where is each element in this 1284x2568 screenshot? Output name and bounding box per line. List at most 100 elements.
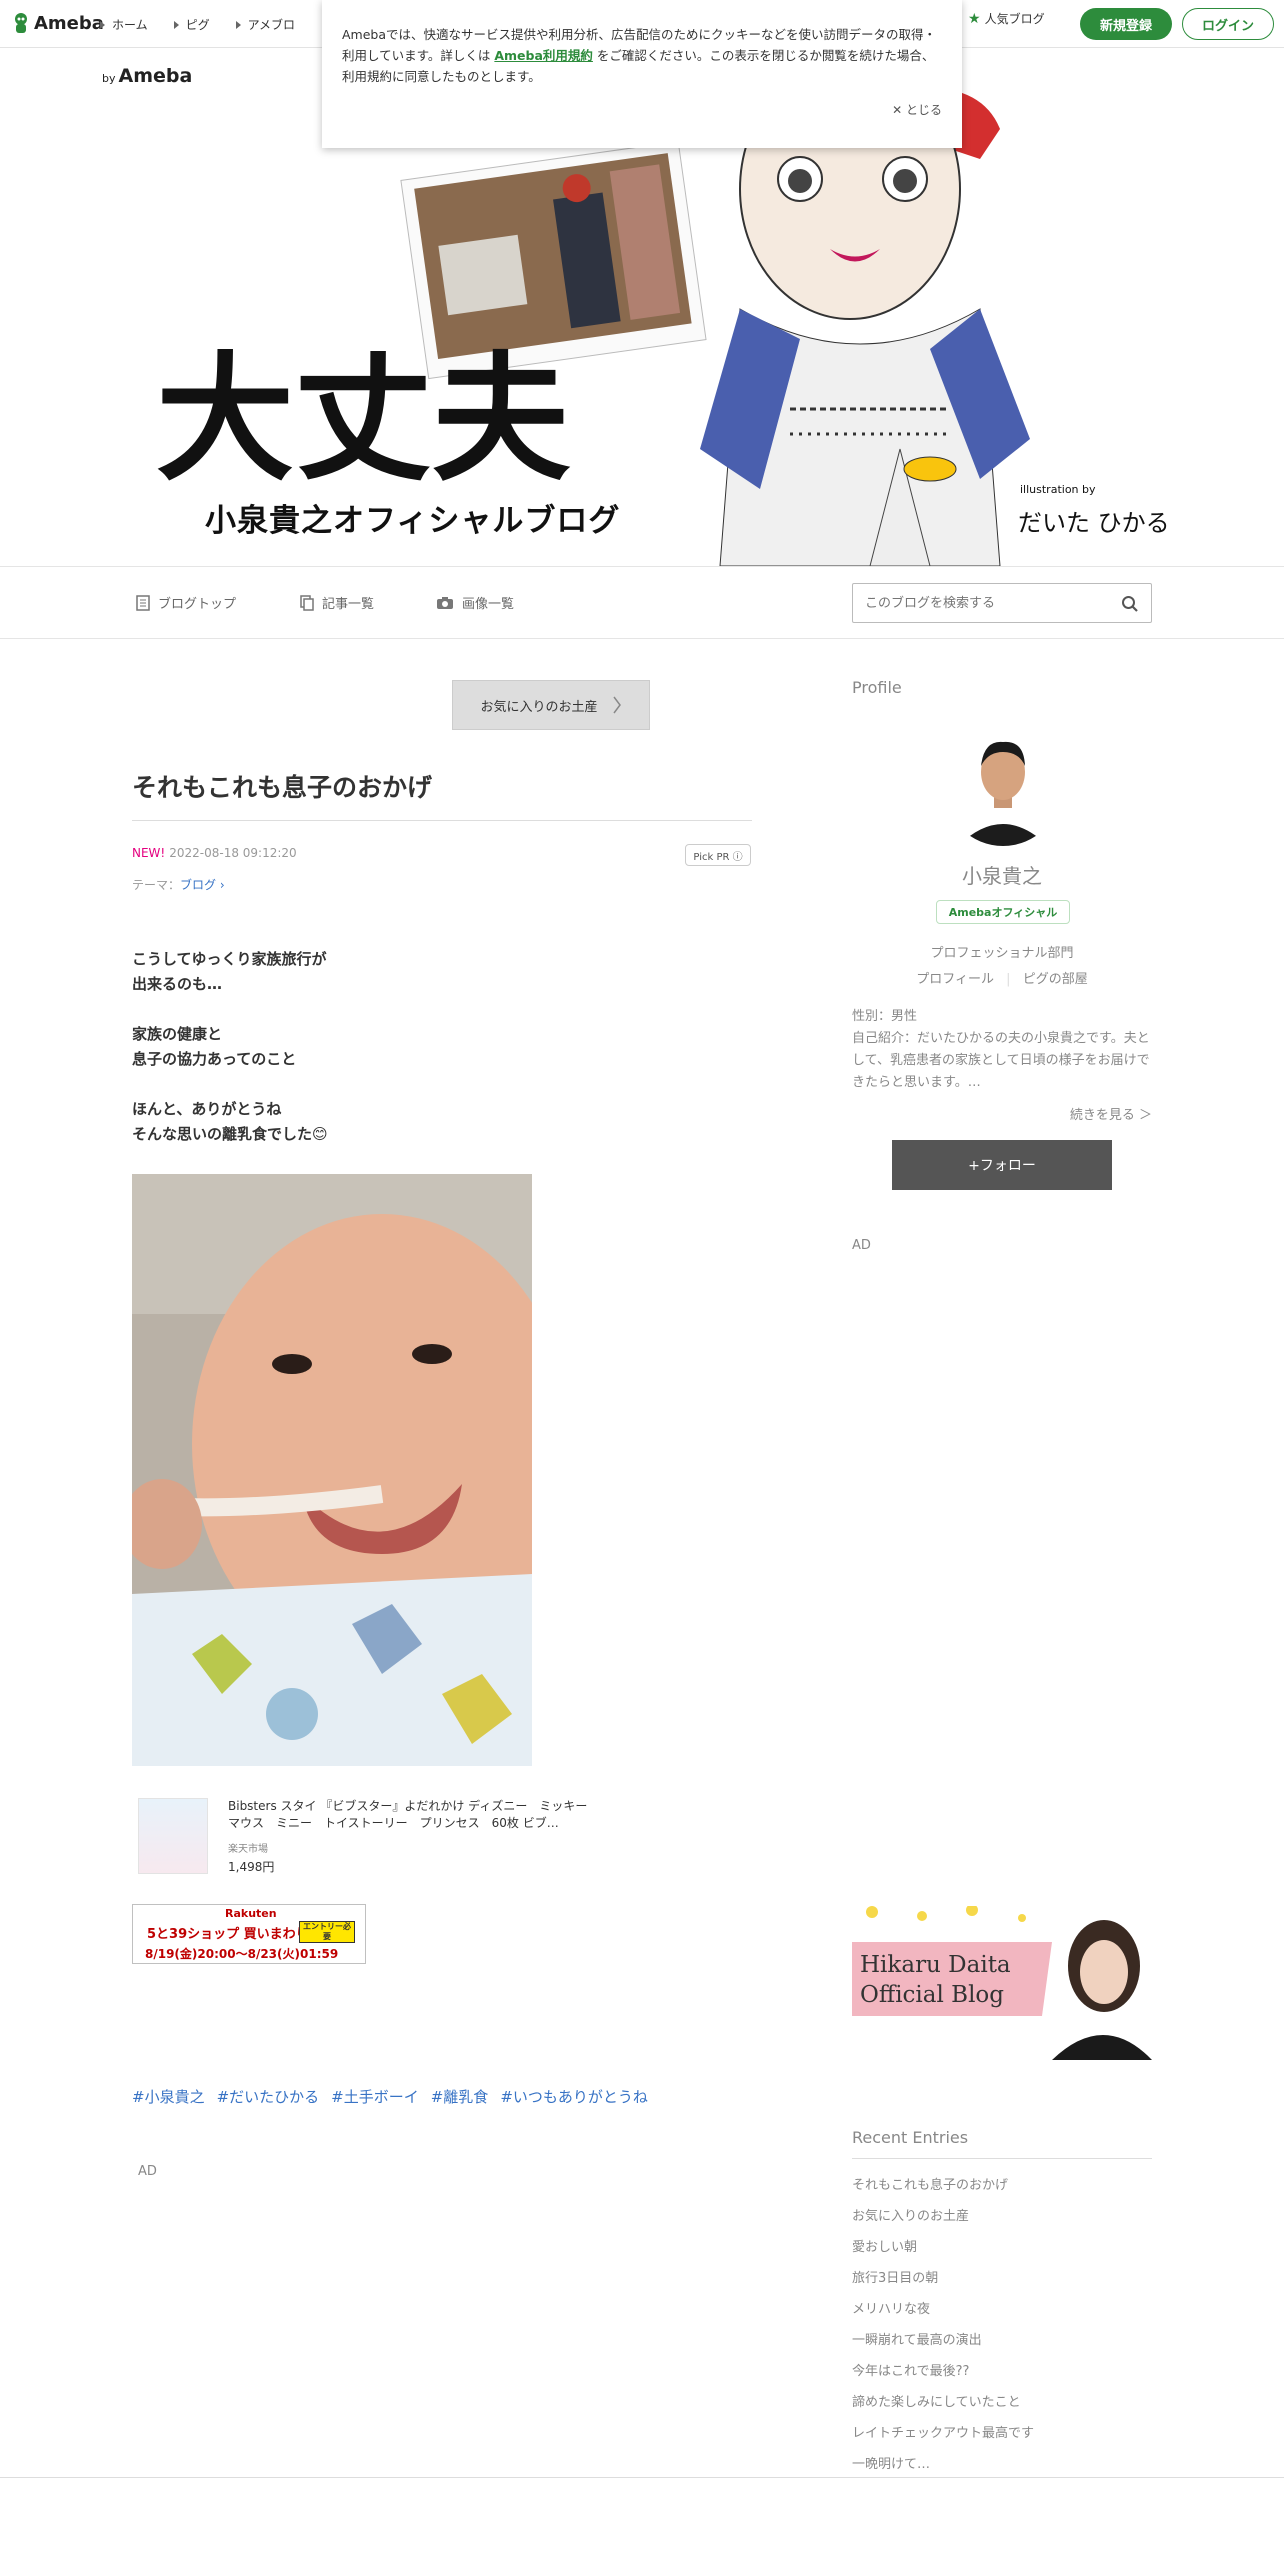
hikaru-banner-title: Hikaru Daita: [860, 1952, 1011, 1978]
hikaru-banner-subtitle: Official Blog: [860, 1982, 1004, 2008]
follow-button[interactable]: +フォロー: [892, 1140, 1112, 1190]
blog-search-box[interactable]: [852, 583, 1152, 623]
blog-search-input[interactable]: [863, 584, 1113, 622]
cookie-close-button[interactable]: ✕ とじる: [892, 100, 942, 121]
ameba-logo[interactable]: Ameba: [12, 12, 104, 34]
nav-pigg-label: ピグ: [185, 17, 210, 32]
close-icon: ✕: [892, 103, 906, 117]
entry-meta: NEW! 2022-08-18 09:12:20: [132, 846, 297, 860]
cookie-consent-banner: Amebaでは、快適なサービス提供や利用分析、広告配信のためにクッキーなどを使い…: [322, 0, 962, 148]
recent-entry-link[interactable]: メリハリな夜: [852, 2294, 1152, 2325]
ameba-logo-text: Ameba: [34, 12, 104, 34]
product-shop: 楽天市場: [228, 1844, 268, 1855]
document-icon: [136, 594, 150, 611]
title-divider: [132, 820, 752, 821]
chevron-right-icon: ›: [216, 878, 225, 892]
nav-image-list[interactable]: 画像一覧: [436, 593, 514, 612]
rakuten-logo: Rakuten: [225, 1907, 277, 1920]
illustration-credit: illustration by: [1020, 483, 1096, 496]
illustrator-signature: だいた ひかる: [1018, 509, 1170, 537]
product-title[interactable]: Bibsters スタイ 『ビブスター』よだれかけ ディズニー ミッキーマウス …: [228, 1798, 588, 1832]
recent-entry-link[interactable]: 愛おしい朝: [852, 2232, 1152, 2263]
recent-entry-link[interactable]: 今年はこれで最後??: [852, 2356, 1152, 2387]
official-badge: Amebaオフィシャル: [936, 900, 1070, 924]
recent-entry-link[interactable]: お気に入りのお土産: [852, 2201, 1152, 2232]
popular-blog-label: 人気ブログ: [984, 12, 1045, 26]
by-label: by: [102, 72, 116, 85]
blog-title: 大丈夫: [156, 337, 571, 500]
hashtag[interactable]: #土手ボーイ: [331, 2086, 419, 2107]
nav-pigg[interactable]: ピグ: [173, 16, 210, 33]
copy-icon: [300, 594, 314, 611]
hashtag-list: #小泉貴之 #だいたひかる #土手ボーイ #離乳食 #いつもありがとうね: [132, 2086, 648, 2107]
avatar[interactable]: [944, 728, 1062, 846]
blog-subtitle: 小泉貴之オフィシャルブログ: [205, 503, 621, 539]
hashtag[interactable]: #小泉貴之: [132, 2086, 205, 2107]
register-button[interactable]: 新規登録: [1080, 8, 1172, 40]
camera-icon: [437, 596, 453, 609]
global-nav: ホーム ピグ アメブロ: [100, 0, 295, 48]
blog-nav: ブログトップ 記事一覧 画像一覧: [0, 566, 1284, 639]
recent-entry-link[interactable]: レイトチェックアウト最高です: [852, 2418, 1152, 2449]
recent-entry-link[interactable]: それもこれも息子のおかげ: [852, 2170, 1152, 2201]
recent-entry-link[interactable]: 一瞬崩れて最高の演出: [852, 2325, 1152, 2356]
baby-photo[interactable]: [132, 1174, 532, 1766]
profile-link[interactable]: プロフィール: [916, 972, 994, 987]
pig-room-link[interactable]: ピグの部屋: [1023, 972, 1088, 987]
ad-label: AD: [138, 2164, 157, 2179]
triangle-icon: [100, 20, 105, 29]
by-ameba-logo: by Ameba: [102, 65, 192, 87]
prev-entry-label: お気に入りのお土産: [480, 699, 598, 715]
read-more-link[interactable]: 続きを見る ＞: [852, 1104, 1152, 1123]
search-icon[interactable]: [1121, 595, 1139, 613]
recent-entries-heading: Recent Entries: [852, 2128, 969, 2147]
link-divider: |: [1006, 972, 1011, 987]
recent-entry-link[interactable]: 諦めた楽しみにしていたこと: [852, 2387, 1152, 2418]
theme-link[interactable]: ブログ: [180, 878, 216, 892]
entry-title[interactable]: それもこれも息子のおかげ: [132, 768, 432, 804]
recent-entries-list: それもこれも息子のおかげ お気に入りのお土産 愛おしい朝 旅行3日目の朝 メリハ…: [852, 2170, 1152, 2480]
rakuten-event-label: 5と39ショップ 買いまわり: [147, 1927, 309, 1942]
profile-name[interactable]: 小泉貴之: [852, 860, 1152, 889]
nav-ameblo-label: アメブロ: [247, 17, 296, 32]
terms-link[interactable]: Ameba利用規約: [494, 48, 593, 63]
entry-date: 2022-08-18 09:12:20: [169, 846, 297, 860]
entry-body: こうしてゆっくり家族旅行が 出来るのも… 家族の健康と 息子の協力あってのこと …: [132, 950, 328, 1143]
profile-description: 性別：男性 自己紹介：だいたひかるの夫の小泉貴之です。夫として、乳癌患者の家族と…: [852, 1009, 1150, 1090]
product-thumbnail[interactable]: [138, 1798, 208, 1874]
recent-entry-link[interactable]: 一晩明けて…: [852, 2449, 1152, 2480]
hashtag[interactable]: #だいたひかる: [217, 2086, 320, 2107]
brand-label: Ameba: [118, 65, 193, 87]
cookie-close-label: とじる: [905, 103, 942, 117]
nav-blog-top-label: ブログトップ: [158, 597, 237, 612]
profile-category[interactable]: プロフェッショナル部門: [852, 942, 1152, 961]
ad-label: AD: [852, 1238, 871, 1253]
nav-entry-list-label: 記事一覧: [322, 597, 375, 612]
rakuten-product-card[interactable]: Bibsters スタイ 『ビブスター』よだれかけ ディズニー ミッキーマウス …: [132, 1792, 592, 1882]
prev-entry-button[interactable]: お気に入りのお土産: [452, 680, 650, 730]
baby-photo-drawing: [132, 1174, 532, 1766]
nav-entry-list[interactable]: 記事一覧: [300, 593, 374, 612]
hashtag[interactable]: #いつもありがとうね: [500, 2086, 648, 2107]
product-price: 1,498円: [228, 1860, 275, 1874]
nav-blog-top[interactable]: ブログトップ: [136, 593, 236, 612]
recent-entry-link[interactable]: 旅行3日目の朝: [852, 2263, 1152, 2294]
rakuten-campaign-banner[interactable]: Rakuten 5と39ショップ 買いまわり エントリー必要 8/19(金)20…: [132, 1904, 366, 1964]
login-button[interactable]: ログイン: [1182, 8, 1274, 40]
avatar-photo: [944, 728, 1062, 846]
ameba-mascot-icon: [15, 13, 27, 33]
popular-blog-link[interactable]: ★ 人気ブログ: [968, 10, 1045, 27]
hikaru-blog-banner[interactable]: Hikaru Daita Official Blog: [852, 1906, 1152, 2060]
rakuten-dates: 8/19(金)20:00～8/23(火)01:59: [145, 1947, 339, 1961]
entry-theme: テーマ：ブログ ›: [132, 876, 225, 893]
profile-heading: Profile: [852, 678, 902, 697]
cookie-text: Amebaでは、快適なサービス提供や利用分析、広告配信のためにクッキーなどを使い…: [342, 24, 940, 87]
nav-ameblo[interactable]: アメブロ: [235, 16, 296, 33]
hashtag[interactable]: #離乳食: [431, 2086, 489, 2107]
nav-home[interactable]: ホーム: [100, 16, 148, 33]
pick-pr-button[interactable]: Pick PR ⓘ: [685, 844, 751, 866]
triangle-icon: [235, 20, 241, 29]
rakuten-entry-badge: エントリー必要: [299, 1921, 355, 1943]
recent-divider: [852, 2158, 1152, 2159]
new-badge: NEW!: [132, 846, 166, 860]
